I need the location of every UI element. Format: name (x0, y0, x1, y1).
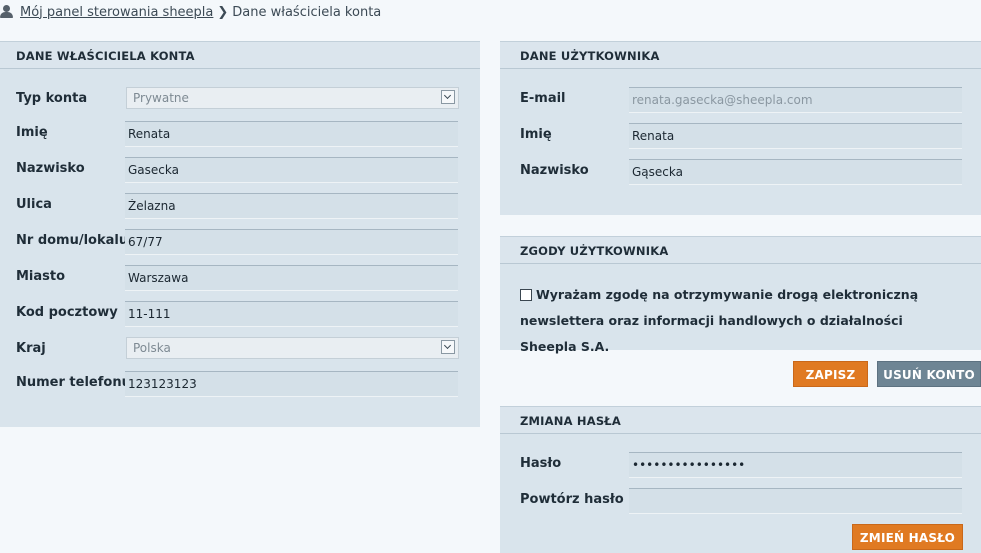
last-name-input[interactable] (125, 157, 458, 183)
form-row-password: Hasło (500, 452, 981, 478)
house-number-label: Nr domu/lokalu (16, 233, 129, 248)
form-row-email: E-mail (500, 87, 981, 113)
save-button[interactable]: ZAPISZ (793, 361, 868, 387)
user-first-name-input[interactable] (629, 123, 962, 149)
password-panel-title: ZMIANA HASŁA (500, 406, 981, 434)
form-row-repeat-password: Powtórz hasło (500, 488, 981, 514)
form-row-house-number: Nr domu/lokalu (0, 229, 480, 255)
newsletter-checkbox[interactable] (520, 289, 532, 301)
postal-code-input[interactable] (125, 301, 458, 327)
change-password-button[interactable]: ZMIEŃ HASŁO (852, 524, 963, 550)
country-value: Polska (133, 341, 171, 355)
form-row-account-type: Typ konta Prywatne (0, 87, 480, 113)
house-number-input[interactable] (125, 229, 458, 255)
street-label: Ulica (16, 197, 52, 212)
email-input[interactable] (629, 87, 962, 113)
user-panel: DANE UŻYTKOWNIKA E-mail Imię Nazwisko (500, 41, 981, 215)
street-input[interactable] (125, 193, 458, 219)
first-name-input[interactable] (125, 121, 458, 147)
last-name-label: Nazwisko (16, 161, 85, 176)
breadcrumb-current: Dane właściciela konta (232, 4, 382, 20)
chevron-down-icon[interactable] (441, 340, 455, 354)
user-first-name-label: Imię (520, 127, 552, 142)
user-last-name-label: Nazwisko (520, 163, 589, 178)
first-name-label: Imię (16, 125, 48, 140)
user-panel-title: DANE UŻYTKOWNIKA (500, 41, 981, 69)
password-input[interactable] (629, 452, 962, 478)
consents-panel-title: ZGODY UŻYTKOWNIKA (500, 236, 981, 264)
newsletter-consent-text: Wyrażam zgodę na otrzymywanie drogą elek… (520, 287, 919, 354)
breadcrumb-home-link[interactable]: Mój panel sterowania sheepla (20, 5, 213, 20)
account-type-value: Prywatne (133, 91, 189, 105)
user-icon (0, 5, 14, 19)
account-type-select[interactable]: Prywatne (126, 87, 459, 109)
owner-panel: DANE WŁAŚCICIELA KONTA Typ konta Prywatn… (0, 41, 480, 427)
form-row-first-name: Imię (0, 121, 480, 147)
email-label: E-mail (520, 91, 566, 106)
form-row-street: Ulica (0, 193, 480, 219)
postal-code-label: Kod pocztowy (16, 305, 118, 320)
phone-label: Numer telefonu (16, 375, 131, 390)
city-input[interactable] (125, 265, 458, 291)
repeat-password-input[interactable] (629, 488, 962, 514)
form-row-city: Miasto (0, 265, 480, 291)
breadcrumb: Mój panel sterowania sheepla ❯ Dane właś… (0, 3, 381, 21)
user-last-name-input[interactable] (629, 159, 962, 185)
chevron-down-icon[interactable] (441, 90, 455, 104)
owner-panel-title: DANE WŁAŚCICIELA KONTA (0, 41, 480, 69)
form-row-postal-code: Kod pocztowy (0, 301, 480, 327)
form-row-phone: Numer telefonu (0, 371, 480, 397)
password-panel: ZMIANA HASŁA Hasło Powtórz hasło ZMIEŃ H… (500, 406, 981, 553)
form-row-user-last-name: Nazwisko (500, 159, 981, 185)
country-select[interactable]: Polska (126, 337, 459, 359)
repeat-password-label: Powtórz hasło (520, 492, 624, 507)
newsletter-consent: Wyrażam zgodę na otrzymywanie drogą elek… (520, 282, 960, 360)
country-label: Kraj (16, 341, 46, 356)
form-row-last-name: Nazwisko (0, 157, 480, 183)
consents-panel: ZGODY UŻYTKOWNIKA Wyrażam zgodę na otrzy… (500, 236, 981, 354)
city-label: Miasto (16, 269, 66, 284)
delete-account-button[interactable]: USUŃ KONTO (877, 361, 981, 387)
account-type-label: Typ konta (16, 91, 88, 106)
password-label: Hasło (520, 456, 562, 471)
form-row-country: Kraj Polska (0, 337, 480, 363)
chevron-right-icon: ❯ (217, 4, 229, 20)
form-row-user-first-name: Imię (500, 123, 981, 149)
phone-input[interactable] (125, 371, 458, 397)
